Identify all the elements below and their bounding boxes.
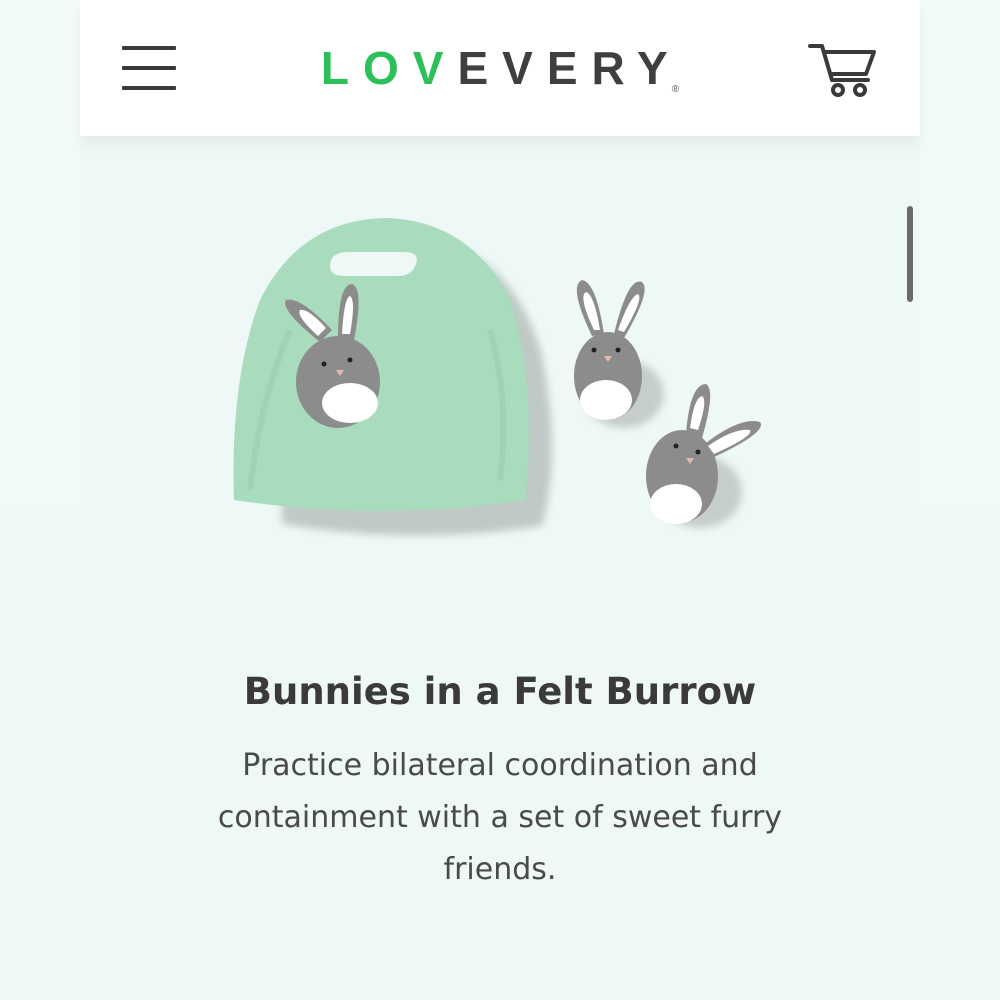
product-description: Practice bilateral coordination and cont…	[217, 748, 783, 887]
felt-burrow-with-bunnies-illustration	[233, 218, 761, 536]
shopping-cart-icon	[808, 44, 876, 97]
logo-text-dark: EVERY	[457, 42, 682, 94]
logo-text-green: LOV	[320, 42, 458, 94]
lovevery-logo[interactable]: LOVEVERY®	[80, 40, 920, 118]
product-image[interactable]	[220, 200, 800, 560]
registered-mark: ®	[671, 84, 680, 95]
scrollbar-thumb[interactable]	[907, 206, 913, 302]
top-navigation-bar: LOVEVERY®	[80, 0, 920, 136]
cart-button[interactable]	[808, 40, 878, 100]
product-title: Bunnies in a Felt Burrow	[243, 670, 757, 713]
